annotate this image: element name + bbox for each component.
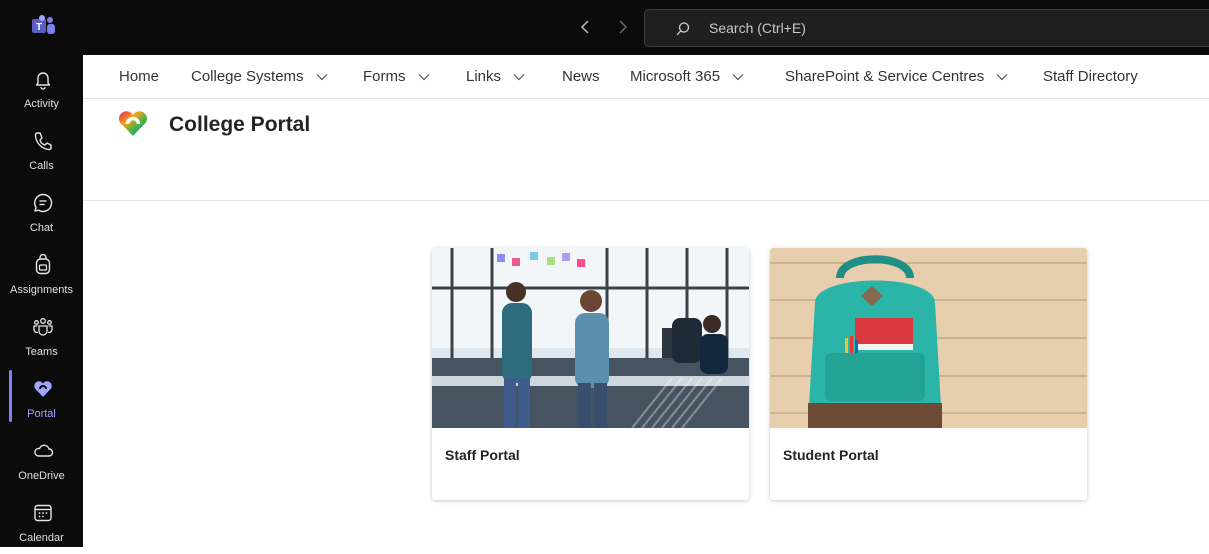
rail-item-label: Activity [24,98,59,110]
back-arrow-icon[interactable] [576,17,596,37]
teams-logo-icon[interactable]: T [30,14,56,38]
rail-item-activity[interactable]: Activity [0,60,83,120]
nav-item-news[interactable]: News [562,68,600,85]
rail-item-chat[interactable]: Chat [0,184,83,244]
nav-item-sharepoint-service-centres[interactable]: SharePoint & Service Centres [785,68,1008,85]
card-title: Student Portal [783,447,879,463]
forward-arrow-icon[interactable] [612,17,632,37]
nav-item-label: SharePoint & Service Centres [785,68,985,85]
green-backpack-image [770,248,1087,428]
rail-item-label: Portal [27,408,56,420]
phone-icon [34,132,52,151]
nav-item-label: Staff Directory [1043,68,1138,85]
student-portal-card[interactable]: Student Portal [770,248,1087,500]
rail-item-label: Teams [25,346,58,358]
svg-text:T: T [36,22,42,33]
bell-icon [35,72,51,90]
rail-item-label: OneDrive [18,470,65,482]
search-icon [676,22,690,36]
chevron-down-icon [316,74,328,81]
title-bar: T [0,0,1209,55]
search-box[interactable] [644,9,1209,47]
rail-item-portal[interactable]: Portal [0,370,83,430]
heart-logo-icon [34,381,52,397]
nav-item-home[interactable]: Home [119,68,159,85]
nav-item-microsoft-365[interactable]: Microsoft 365 [630,68,744,85]
rail-item-teams[interactable]: Teams [0,308,83,368]
chevron-down-icon [732,74,744,81]
chevron-down-icon [418,74,430,81]
nav-item-label: News [562,68,600,85]
app-rail: Activity Calls Chat Assignments Teams Po… [0,55,83,547]
rail-item-calls[interactable]: Calls [0,122,83,182]
rail-item-assignments[interactable]: Assignments [0,246,83,306]
nav-item-college-systems[interactable]: College Systems [191,68,328,85]
page-title: College Portal [169,113,311,136]
office-meeting-image [432,248,749,428]
rail-item-label: Chat [29,222,54,234]
card-title: Staff Portal [445,447,520,463]
hub-navigation: Home College Systems Forms Links News Mi… [83,55,1209,99]
nav-item-staff-directory[interactable]: Staff Directory [1043,68,1138,85]
nav-item-label: Forms [363,68,406,85]
rail-item-calendar[interactable]: Calendar [0,494,83,554]
nav-item-label: Home [119,68,160,85]
teams-icon [33,318,53,336]
rail-item-label: Assignments [10,284,73,296]
nav-item-label: College Systems [191,68,304,85]
rail-item-label: Calendar [19,532,64,544]
nav-item-links[interactable]: Links [466,68,525,85]
rail-item-label: Calls [29,160,54,172]
nav-item-label: Microsoft 365 [630,68,721,85]
chat-icon [34,193,53,213]
site-header: College Portal [83,99,1209,201]
calendar-icon [34,504,52,522]
rail-item-onedrive[interactable]: OneDrive [0,432,83,492]
chevron-down-icon [997,74,1008,81]
search-input[interactable] [709,18,1109,38]
backpack-icon [35,254,51,275]
college-heart-logo-icon[interactable] [116,107,150,139]
nav-item-label: Links [466,68,502,85]
nav-item-forms[interactable]: Forms [363,68,430,85]
staff-portal-card[interactable]: Staff Portal [432,248,749,500]
cloud-icon [34,444,54,457]
chevron-down-icon [513,74,525,81]
